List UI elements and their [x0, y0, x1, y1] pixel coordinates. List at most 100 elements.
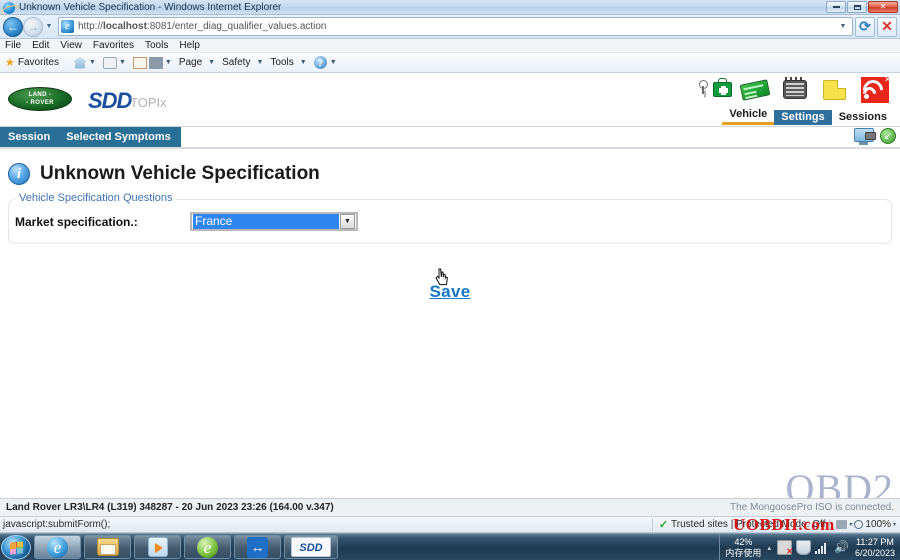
safety-caret-icon[interactable]: ▼ [256, 59, 263, 66]
taskbar-windows-explorer[interactable] [84, 535, 131, 559]
page-caret-icon[interactable]: ▼ [208, 59, 215, 66]
session-bar: Session Selected Symptoms [0, 127, 900, 149]
window-controls: ✕ [826, 1, 898, 13]
tools-menu-button[interactable]: Tools [270, 57, 293, 68]
stop-button[interactable]: ✕ [877, 16, 897, 37]
zoom-level: 100% [865, 519, 891, 530]
settings-card-icon[interactable] [738, 76, 772, 103]
refresh-icon: ⟳ [859, 18, 871, 34]
sdd-wordmark: SDD [88, 88, 132, 113]
tab-sessions[interactable]: Sessions [832, 110, 894, 125]
show-hidden-icons-caret-icon[interactable]: ▴ [767, 544, 771, 552]
start-button[interactable] [1, 534, 31, 560]
browser-icon [197, 536, 218, 558]
print-icon[interactable] [148, 56, 163, 69]
save-link[interactable]: Save [430, 282, 471, 301]
tab-settings[interactable]: Settings [774, 110, 832, 125]
selected-symptoms-tab[interactable]: Selected Symptoms [66, 131, 171, 143]
land-rover-logo-icon: LAND - - ROVER [8, 87, 72, 111]
forward-button[interactable]: → [23, 16, 43, 37]
clock[interactable]: 11:27 PM 6/20/2023 [853, 537, 900, 559]
taskbar-sdd[interactable]: SDD [284, 535, 338, 559]
system-tray: 42% 内存使用 ▴ 🔊 11:27 PM 6/20/2023 [719, 534, 900, 560]
panel-legend: Vehicle Specification Questions [15, 192, 177, 204]
tools-caret-icon[interactable]: ▼ [300, 59, 307, 66]
header-icon-row: ✕ [698, 76, 892, 105]
home-icon[interactable] [73, 56, 87, 69]
sessions-book-icon[interactable] [778, 76, 812, 103]
memory-usage-indicator: 42% 内存使用 [725, 537, 761, 559]
feeds-caret-icon[interactable]: ▼ [119, 59, 126, 66]
info-icon: i [8, 163, 30, 185]
taskbar-teamviewer[interactable] [234, 535, 281, 559]
vehicle-specification-panel: Vehicle Specification Questions Market s… [8, 192, 892, 244]
menu-item-view[interactable]: View [60, 40, 82, 51]
clock-time: 11:27 PM [856, 536, 894, 547]
action-center-icon[interactable] [795, 540, 811, 555]
menu-item-help[interactable]: Help [179, 40, 200, 51]
refresh-button[interactable]: ⟳ [855, 16, 875, 37]
volume-icon[interactable]: 🔊 [834, 540, 849, 555]
rss-close-icon[interactable]: ✕ [884, 76, 891, 84]
address-dropdown-caret-icon[interactable]: ▼ [836, 23, 850, 30]
taskbar-internet-explorer[interactable] [34, 535, 81, 559]
screenshot-icon[interactable] [854, 127, 876, 145]
restore-button[interactable] [847, 1, 867, 13]
signal-strength-icon[interactable] [814, 542, 830, 554]
chevron-down-icon[interactable]: ▼ [340, 214, 355, 229]
internet-explorer-icon [47, 536, 68, 558]
taskbar-media-player[interactable] [134, 535, 181, 559]
close-button[interactable]: ✕ [868, 1, 898, 13]
taskbar-browser-green[interactable] [184, 535, 231, 559]
check-icon: ✓ [658, 519, 669, 531]
market-specification-row: Market specification.: France ▼ [15, 200, 881, 231]
favorites-button[interactable]: Favorites [18, 57, 59, 68]
mail-icon[interactable] [132, 56, 147, 69]
page-menu-button[interactable]: Page [179, 57, 202, 68]
connection-status-text: The MongoosePro ISO is connected. [730, 502, 894, 513]
internet-explorer-icon [3, 1, 15, 14]
home-caret-icon[interactable]: ▼ [89, 59, 96, 66]
close-x-icon: ✕ [881, 18, 893, 34]
page-title-row: i Unknown Vehicle Specification [0, 149, 900, 185]
url-path: :8081/enter_diag_qualifier_values.action [146, 21, 327, 32]
watermark-brand: OBD2 [785, 466, 894, 498]
address-input[interactable]: http://localhost:8081/enter_diag_qualifi… [58, 17, 853, 36]
zoom-magnifier-icon [854, 520, 864, 529]
printer-icon[interactable] [836, 520, 848, 529]
tab-vehicle[interactable]: Vehicle [722, 107, 775, 125]
market-specification-value: France [193, 214, 339, 229]
help-caret-icon[interactable]: ▼ [330, 59, 337, 66]
printer-caret-icon[interactable]: ▾ [849, 521, 852, 528]
window-title: Unknown Vehicle Specification - Windows … [19, 1, 282, 13]
recent-pages-caret-icon[interactable]: ▼ [43, 23, 55, 30]
vehicle-icon[interactable] [698, 76, 732, 103]
menu-item-file[interactable]: File [5, 40, 21, 51]
zoom-control[interactable]: ▾ 100% ▾ [829, 519, 900, 530]
notes-icon[interactable] [818, 76, 852, 103]
url-prefix: http:// [78, 21, 104, 32]
save-area: Save [0, 282, 900, 302]
topix-label: TOPIx [130, 95, 167, 110]
menu-item-favorites[interactable]: Favorites [93, 40, 134, 51]
zoom-caret-icon[interactable]: ▾ [893, 521, 896, 528]
watermark-swoosh [653, 458, 749, 498]
safety-menu-button[interactable]: Safety [222, 57, 250, 68]
status-link-target: javascript:submitForm(); [3, 519, 111, 530]
network-disconnected-icon[interactable] [776, 540, 793, 556]
print-caret-icon[interactable]: ▼ [165, 59, 172, 66]
windows-taskbar: SDD 42% 内存使用 ▴ 🔊 11:27 PM 6/20/2023 [0, 533, 900, 560]
session-tab[interactable]: Session [8, 131, 50, 143]
market-specification-select[interactable]: France ▼ [190, 212, 358, 231]
download-icon[interactable] [880, 128, 896, 144]
help-icon[interactable]: ? [313, 56, 327, 69]
minimize-button[interactable] [826, 1, 846, 13]
session-bar-actions [854, 127, 896, 145]
menu-item-edit[interactable]: Edit [32, 40, 49, 51]
feeds-icon[interactable] [102, 56, 117, 69]
back-button[interactable]: ← [3, 16, 23, 37]
rss-icon[interactable]: ✕ [858, 76, 892, 105]
command-bar: ★ Favorites ▼ ▼ ▼ Page ▼ Safety ▼ Tools … [0, 53, 900, 73]
memory-usage-percent: 42% [734, 536, 753, 547]
menu-item-tools[interactable]: Tools [145, 40, 168, 51]
